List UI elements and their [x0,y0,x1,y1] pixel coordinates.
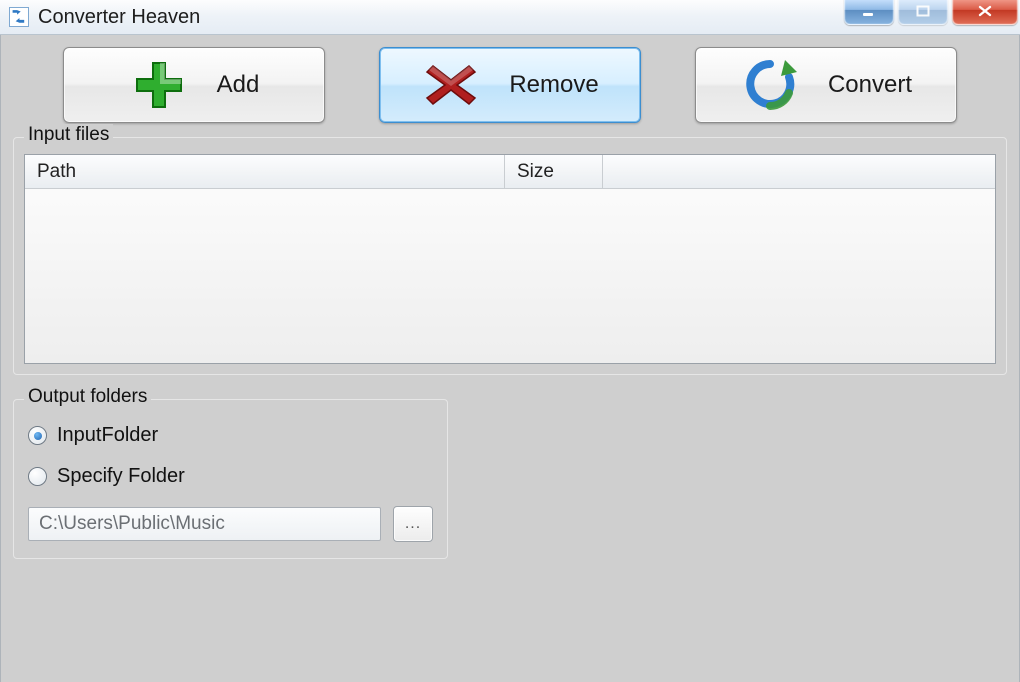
input-files-group: Input files Path Size [13,137,1007,375]
radio-icon [28,426,47,445]
radio-icon [28,467,47,486]
convert-button-label: Convert [828,71,912,99]
column-header-path[interactable]: Path [25,155,505,189]
app-icon [8,6,30,28]
minimize-button[interactable] [844,0,894,25]
refresh-icon [740,57,800,113]
add-button-label: Add [217,71,260,99]
column-header-filler [603,155,995,189]
x-icon [421,57,481,113]
radio-input-folder[interactable]: InputFolder [28,424,433,447]
column-header-size[interactable]: Size [505,155,603,189]
output-path-field[interactable]: C:\Users\Public\Music [28,507,381,541]
toolbar: Add Remove Convert [63,47,957,123]
radio-specify-folder-label: Specify Folder [57,465,185,488]
list-headers: Path Size [25,155,995,189]
maximize-button[interactable] [898,0,948,25]
titlebar: Converter Heaven [0,0,1020,35]
radio-specify-folder[interactable]: Specify Folder [28,465,433,488]
input-files-list[interactable]: Path Size [24,154,996,364]
output-folders-group: Output folders InputFolder Specify Folde… [13,399,448,559]
add-button[interactable]: Add [63,47,325,123]
window-title: Converter Heaven [38,6,200,29]
remove-button-label: Remove [509,71,598,99]
window-controls [844,0,1018,25]
radio-input-folder-label: InputFolder [57,424,158,447]
remove-button[interactable]: Remove [379,47,641,123]
client-area: Add Remove Convert Input fi [0,35,1020,682]
plus-icon [129,57,189,113]
browse-button[interactable]: ... [393,506,433,542]
input-files-legend: Input files [24,124,113,146]
output-path-row: C:\Users\Public\Music ... [28,506,433,542]
output-folders-legend: Output folders [24,386,151,408]
convert-button[interactable]: Convert [695,47,957,123]
close-button[interactable] [952,0,1018,25]
